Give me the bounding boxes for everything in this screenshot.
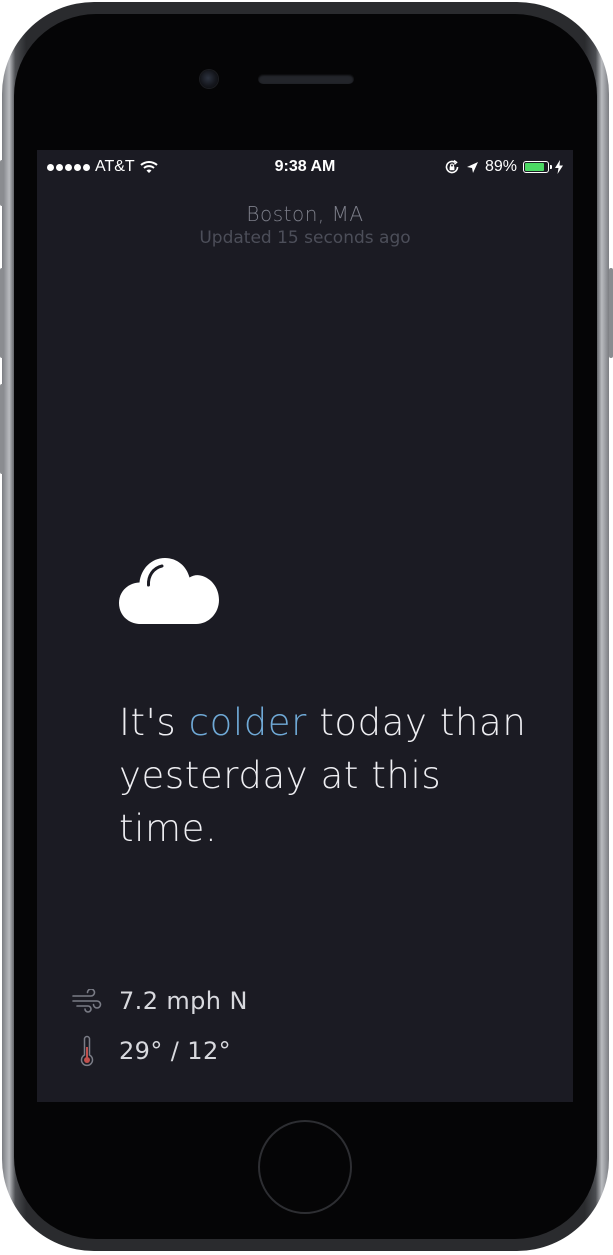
volume-up-button bbox=[0, 268, 4, 358]
front-camera bbox=[200, 70, 218, 88]
battery-icon bbox=[523, 161, 552, 173]
status-bar-right: 89% bbox=[444, 158, 563, 176]
wind-value: 7.2 mph N bbox=[119, 987, 248, 1015]
thermometer-icon bbox=[67, 1035, 107, 1067]
mute-switch bbox=[0, 160, 4, 206]
message-prefix: It's bbox=[119, 701, 189, 744]
earpiece-speaker bbox=[258, 74, 354, 84]
volume-down-button bbox=[0, 384, 4, 474]
wind-icon bbox=[67, 986, 107, 1016]
cloud-icon bbox=[119, 558, 219, 624]
charging-bolt-icon bbox=[555, 160, 563, 174]
temperature-value: 29° / 12° bbox=[119, 1037, 232, 1065]
rotation-lock-icon bbox=[445, 159, 459, 174]
message-highlight: colder bbox=[188, 701, 307, 744]
app-screen: AT&T 9:38 AM 89% Boston, MA Updated 15 s… bbox=[37, 150, 573, 1102]
wind-row: 7.2 mph N bbox=[67, 986, 248, 1016]
location-arrow-icon bbox=[466, 161, 478, 173]
status-bar: AT&T 9:38 AM 89% bbox=[37, 150, 573, 184]
temperature-row: 29° / 12° bbox=[67, 1035, 232, 1067]
last-updated-label: Updated 15 seconds ago bbox=[199, 228, 411, 248]
location-header[interactable]: Boston, MA Updated 15 seconds ago bbox=[37, 202, 573, 248]
home-button[interactable] bbox=[258, 1120, 352, 1214]
power-button bbox=[609, 268, 613, 358]
battery-level-fill bbox=[525, 163, 545, 171]
location-city: Boston, MA bbox=[246, 202, 364, 226]
battery-percent: 89% bbox=[484, 158, 517, 175]
weather-comparison-message: It's colder today than yesterday at this… bbox=[119, 696, 539, 855]
